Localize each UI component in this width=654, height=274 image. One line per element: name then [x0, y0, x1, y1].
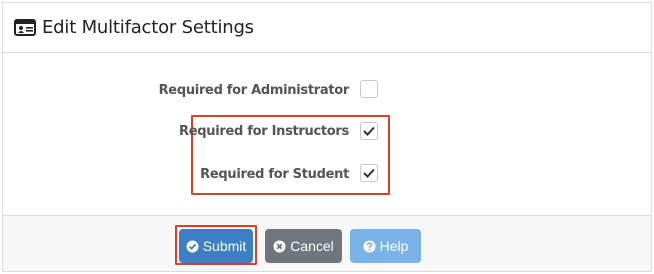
required-administrator-checkbox[interactable]	[360, 80, 378, 98]
help-button[interactable]: Help	[350, 229, 421, 263]
check-circle-icon	[186, 240, 199, 253]
question-circle-icon	[363, 240, 376, 253]
required-administrator-label: Required for Administrator	[158, 83, 350, 98]
panel-header: Edit Multifactor Settings	[3, 3, 651, 53]
submit-button[interactable]: Submit	[179, 229, 253, 263]
page-title: Edit Multifactor Settings	[42, 17, 254, 38]
submit-button-label: Submit	[202, 238, 247, 254]
edit-multifactor-panel: Edit Multifactor Settings Required for A…	[2, 2, 652, 272]
required-instructors-label: Required for Instructors	[179, 124, 349, 139]
id-card-icon	[14, 19, 36, 36]
checkmark-icon	[363, 126, 375, 136]
checkmark-icon	[363, 168, 375, 178]
required-student-label: Required for Student	[200, 167, 349, 182]
cancel-button-label: Cancel	[290, 238, 334, 254]
help-button-label: Help	[379, 238, 409, 254]
close-circle-icon	[273, 240, 286, 253]
cancel-button[interactable]: Cancel	[265, 229, 342, 263]
panel-footer: Submit Cancel Help	[3, 215, 651, 271]
required-instructors-checkbox[interactable]	[360, 122, 378, 140]
required-student-checkbox[interactable]	[360, 164, 378, 182]
